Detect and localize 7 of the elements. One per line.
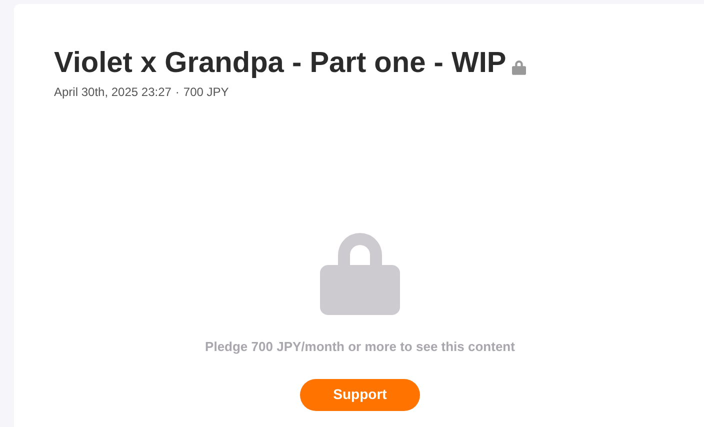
pledge-message: Pledge 700 JPY/month or more to see this content [205, 338, 515, 356]
separator-dot: · [175, 84, 180, 101]
post-price: 700 JPY [183, 84, 229, 101]
support-button[interactable]: Support [300, 378, 420, 410]
post-title: Violet x Grandpa - Part one - WIP [54, 46, 506, 80]
post-date: April 30th, 2025 23:27 [54, 84, 172, 101]
lock-icon [512, 59, 526, 75]
